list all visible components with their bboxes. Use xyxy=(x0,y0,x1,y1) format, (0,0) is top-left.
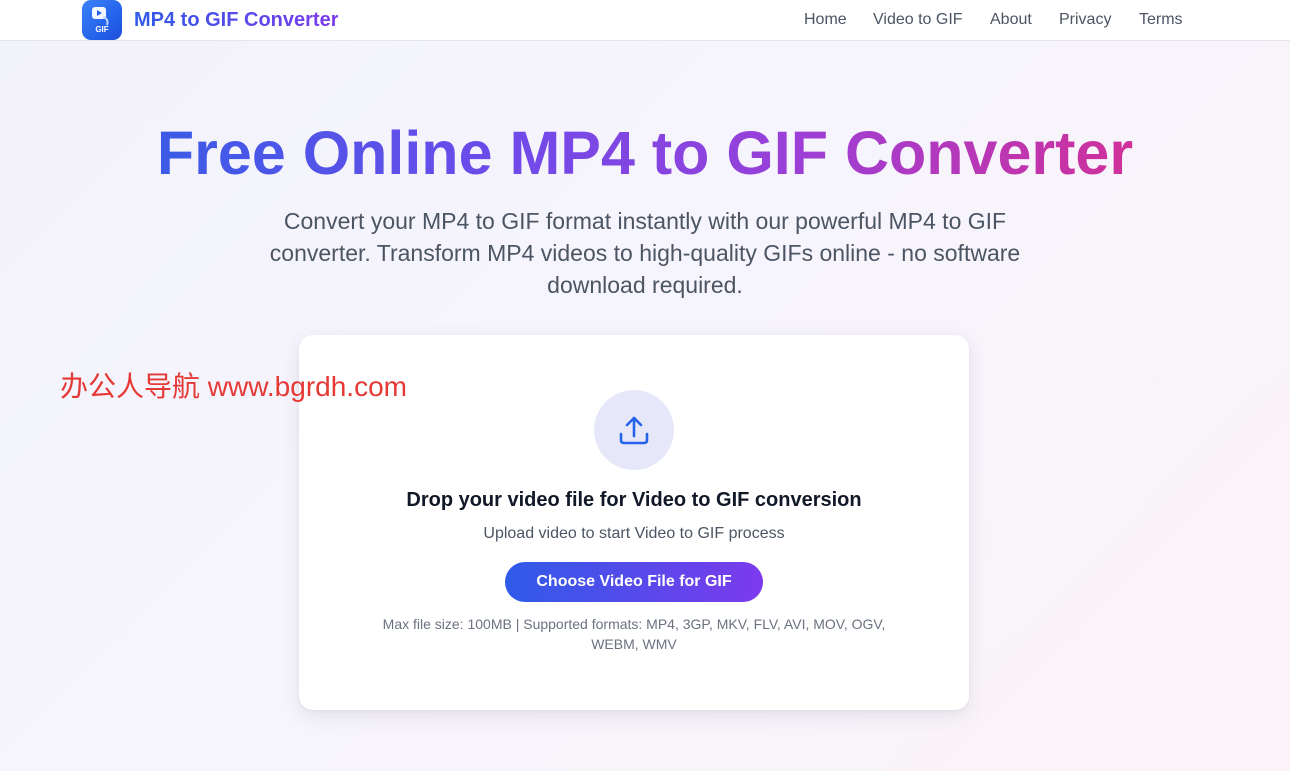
page: GIF MP4 to GIF Converter Home Video to G… xyxy=(0,0,1290,771)
nav-video-to-gif[interactable]: Video to GIF xyxy=(873,10,963,30)
dropzone-title: Drop your video file for Video to GIF co… xyxy=(406,489,862,511)
nav-home[interactable]: Home xyxy=(804,10,847,30)
site-header: GIF MP4 to GIF Converter Home Video to G… xyxy=(0,0,1290,41)
upload-icon xyxy=(594,390,674,470)
hero-title: Free Online MP4 to GIF Converter xyxy=(156,119,1134,187)
choose-video-file-button[interactable]: Choose Video File for GIF xyxy=(505,562,763,602)
hero-subtitle: Convert your MP4 to GIF format instantly… xyxy=(269,208,1021,298)
nav-about[interactable]: About xyxy=(990,10,1032,30)
logo-icon[interactable]: GIF xyxy=(82,0,122,40)
file-limits-note: Max file size: 100MB | Supported formats… xyxy=(382,616,886,652)
nav-terms[interactable]: Terms xyxy=(1139,10,1183,30)
brand-name[interactable]: MP4 to GIF Converter xyxy=(134,8,338,32)
svg-text:GIF: GIF xyxy=(95,25,108,34)
dropzone-subtitle: Upload video to start Video to GIF proce… xyxy=(483,525,785,542)
nav-privacy[interactable]: Privacy xyxy=(1059,10,1111,30)
watermark-text: 办公人导航 www.bgrdh.com xyxy=(60,371,407,402)
